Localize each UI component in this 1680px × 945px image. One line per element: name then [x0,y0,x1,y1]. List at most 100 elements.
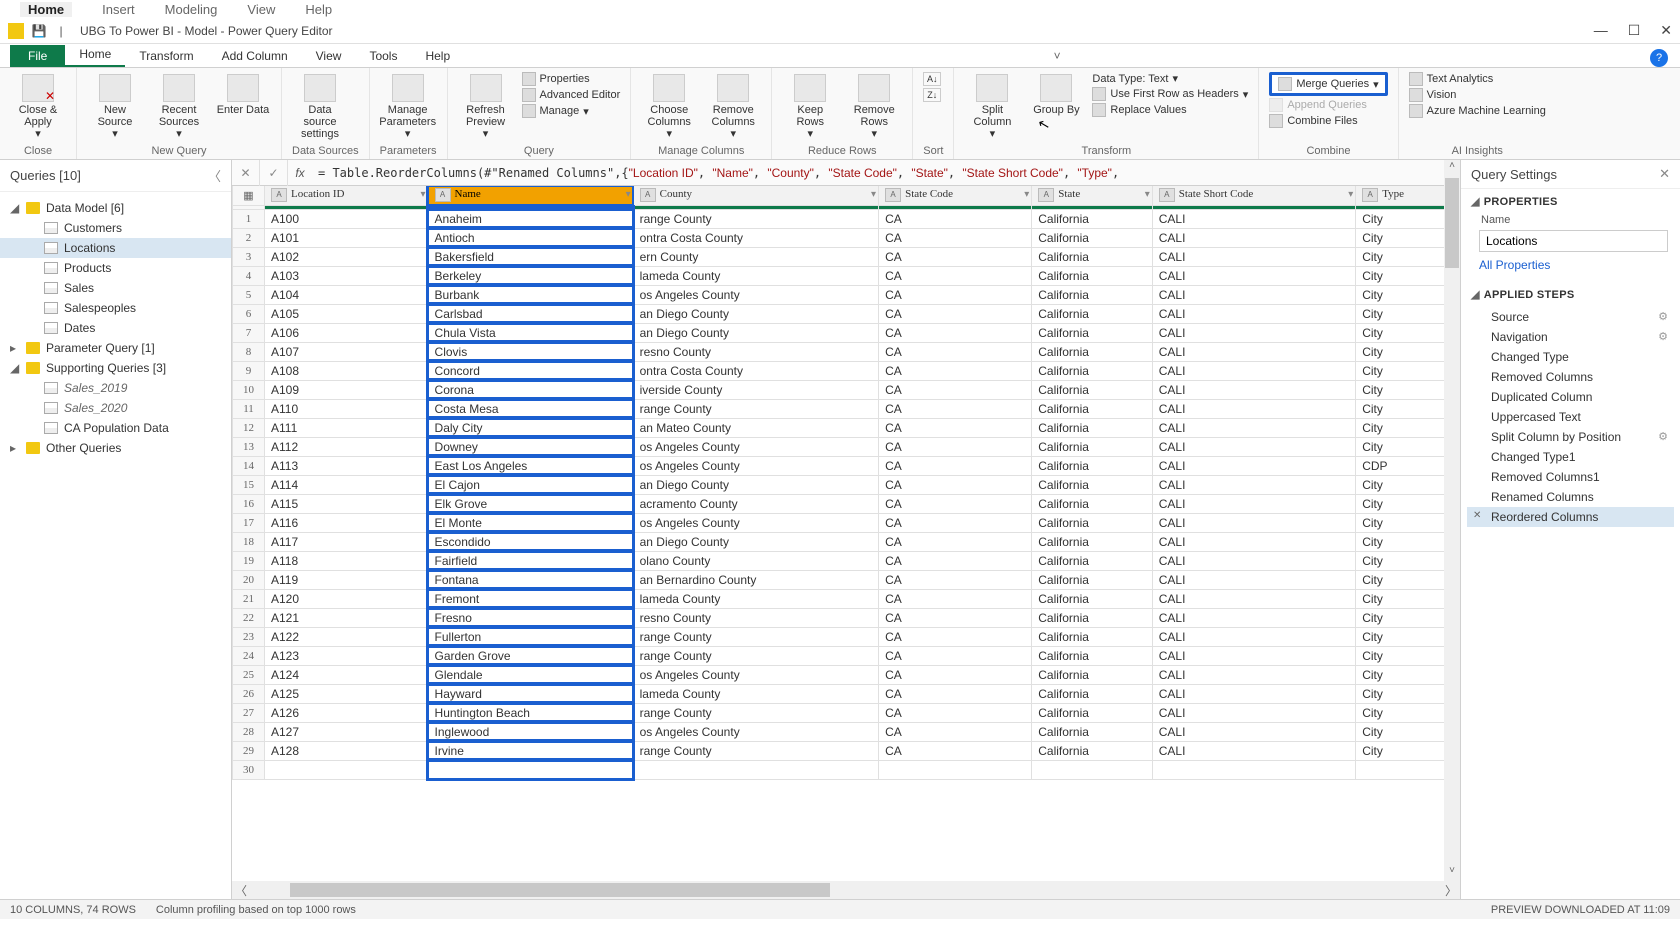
table-row[interactable]: 3A102Bakersfieldern CountyCACaliforniaCA… [233,247,1460,266]
table-cell[interactable]: CA [879,741,1032,760]
table-cell[interactable]: range County [633,399,878,418]
table-cell[interactable]: California [1032,475,1153,494]
settings-close-icon[interactable]: ✕ [1659,166,1670,182]
table-row[interactable]: 26A125Haywardlameda CountyCACaliforniaCA… [233,684,1460,703]
applied-step[interactable]: Changed Type [1467,347,1674,367]
table-cell[interactable]: Fontana [428,570,633,589]
table-cell[interactable]: A102 [265,247,429,266]
column-header[interactable]: AState Code▾ [879,186,1032,205]
ribbon-collapse-icon[interactable]: ˅ [1046,45,1069,67]
table-cell[interactable]: California [1032,741,1153,760]
table-cell[interactable]: California [1032,456,1153,475]
table-cell[interactable]: A121 [265,608,429,627]
table-cell[interactable]: CALI [1152,627,1355,646]
table-cell[interactable]: range County [633,627,878,646]
applied-step[interactable]: Uppercased Text [1467,407,1674,427]
host-tab-view[interactable]: View [247,2,275,17]
table-cell[interactable]: California [1032,589,1153,608]
query-item[interactable]: Products [0,258,231,278]
table-row[interactable]: 15A114El Cajonan Diego CountyCACaliforni… [233,475,1460,494]
table-cell[interactable]: California [1032,342,1153,361]
table-cell[interactable]: A119 [265,570,429,589]
table-cell[interactable]: range County [633,741,878,760]
column-header[interactable]: AName▾ [428,186,633,205]
table-cell[interactable]: CA [879,285,1032,304]
query-folder[interactable]: ▸Parameter Query [1] [0,338,231,358]
table-cell[interactable]: range County [633,703,878,722]
table-cell[interactable]: Huntington Beach [428,703,633,722]
applied-step[interactable]: Removed Columns [1467,367,1674,387]
table-cell[interactable]: lameda County [633,684,878,703]
table-corner[interactable]: ▦ [233,186,265,205]
advanced-editor-button[interactable]: Advanced Editor [522,88,621,102]
table-cell[interactable]: Berkeley [428,266,633,285]
table-cell[interactable]: CALI [1152,304,1355,323]
table-cell[interactable]: California [1032,703,1153,722]
table-row[interactable]: 1A100Anaheimrange CountyCACaliforniaCALI… [233,209,1460,228]
table-cell[interactable]: an Bernardino County [633,570,878,589]
table-cell[interactable]: CALI [1152,418,1355,437]
table-cell[interactable]: CA [879,361,1032,380]
replace-values-button[interactable]: Replace Values [1092,103,1248,117]
queries-collapse-icon[interactable]: 〈 [208,166,221,185]
query-item[interactable]: Sales_2020 [0,398,231,418]
applied-step[interactable]: Split Column by Position⚙ [1467,427,1674,447]
table-row[interactable]: 25A124Glendaleos Angeles CountyCACalifor… [233,665,1460,684]
table-cell[interactable]: California [1032,247,1153,266]
table-cell[interactable]: CALI [1152,475,1355,494]
table-row[interactable]: 8A107Clovisresno CountyCACaliforniaCALIC… [233,342,1460,361]
table-cell[interactable]: CALI [1152,684,1355,703]
choose-columns-button[interactable]: Choose Columns▾ [641,72,697,140]
applied-steps-section[interactable]: ◢APPLIED STEPS [1461,282,1680,307]
table-cell[interactable]: A117 [265,532,429,551]
table-row[interactable]: 17A116El Monteos Angeles CountyCACalifor… [233,513,1460,532]
table-cell[interactable]: CA [879,494,1032,513]
table-cell[interactable]: A113 [265,456,429,475]
table-cell[interactable]: A124 [265,665,429,684]
append-queries-button[interactable]: Append Queries [1269,98,1387,112]
table-cell[interactable]: CA [879,399,1032,418]
table-row[interactable]: 21A120Fremontlameda CountyCACaliforniaCA… [233,589,1460,608]
formula-input[interactable]: = Table.ReorderColumns(#"Renamed Columns… [312,166,1436,180]
table-cell[interactable]: Escondido [428,532,633,551]
table-cell[interactable]: California [1032,665,1153,684]
table-cell[interactable]: CALI [1152,551,1355,570]
table-cell[interactable]: A114 [265,475,429,494]
table-cell[interactable]: California [1032,418,1153,437]
table-cell[interactable]: A103 [265,266,429,285]
query-folder[interactable]: ◢Supporting Queries [3] [0,358,231,378]
table-cell[interactable]: A126 [265,703,429,722]
scroll-down-icon[interactable]: ˅ [1444,865,1460,881]
table-cell[interactable]: El Cajon [428,475,633,494]
manage-parameters-button[interactable]: Manage Parameters▾ [380,72,436,140]
table-cell[interactable]: CA [879,209,1032,228]
table-row[interactable]: 29A128Irvinerange CountyCACaliforniaCALI… [233,741,1460,760]
table-cell[interactable]: California [1032,722,1153,741]
host-tab-insert[interactable]: Insert [102,2,135,17]
applied-step[interactable]: Reordered Columns [1467,507,1674,527]
table-cell[interactable]: A120 [265,589,429,608]
table-cell[interactable]: Fairfield [428,551,633,570]
applied-step[interactable]: Duplicated Column [1467,387,1674,407]
merge-queries-button[interactable]: Merge Queries ▾ [1269,72,1387,96]
applied-step[interactable]: Source⚙ [1467,307,1674,327]
host-tab-home[interactable]: Home [20,2,72,17]
table-row[interactable]: 30 [233,760,1460,779]
table-cell[interactable]: os Angeles County [633,722,878,741]
table-row[interactable]: 16A115Elk Groveacramento CountyCACalifor… [233,494,1460,513]
table-row[interactable]: 24A123Garden Groverange CountyCACaliforn… [233,646,1460,665]
table-row[interactable]: 27A126Huntington Beachrange CountyCACali… [233,703,1460,722]
step-gear-icon[interactable]: ⚙ [1658,430,1668,443]
scroll-up-icon[interactable]: ˄ [1444,160,1460,176]
table-cell[interactable]: CALI [1152,361,1355,380]
window-close-button[interactable]: ✕ [1660,22,1672,39]
scroll-left-icon[interactable]: 〈 [232,882,250,899]
column-header[interactable]: AState▾ [1032,186,1153,205]
table-cell[interactable]: an Diego County [633,304,878,323]
enter-data-button[interactable]: Enter Data [215,72,271,116]
table-cell[interactable]: California [1032,684,1153,703]
horizontal-scrollbar[interactable]: 〈 〉 [232,881,1460,899]
table-cell[interactable]: os Angeles County [633,456,878,475]
table-cell[interactable]: CALI [1152,589,1355,608]
table-cell[interactable]: CALI [1152,494,1355,513]
